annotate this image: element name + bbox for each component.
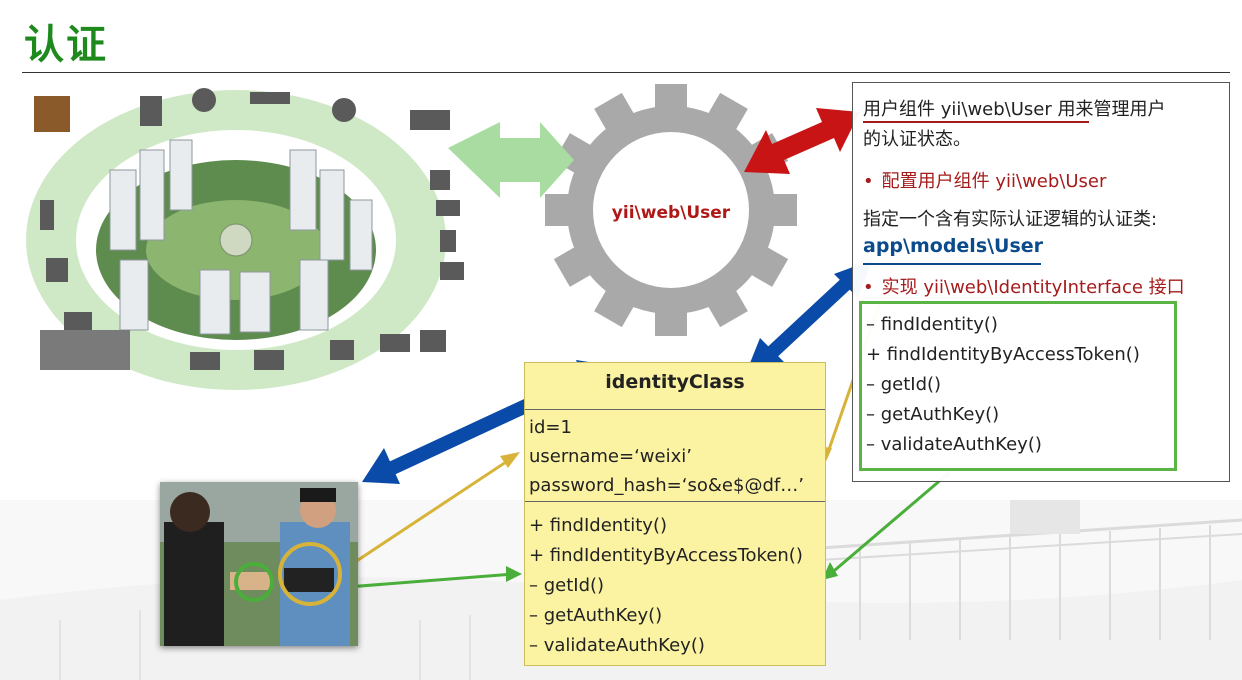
class-divider [525,501,825,502]
interface-method: – validateAuthKey() [866,434,1042,455]
identity-class-box: identityClass id=1 username=‘weixi’ pass… [524,362,826,666]
identity-class-name: identityClass [605,371,745,393]
class-method: + findIdentityByAccessToken() [529,545,803,566]
interface-method: – getAuthKey() [866,404,1000,425]
model-underline [863,263,1041,265]
page-title: 认证 [24,22,108,68]
interface-method: + findIdentityByAccessToken() [866,344,1140,365]
class-method: – validateAuthKey() [529,635,705,656]
class-divider [525,409,825,410]
interface-methods-box: – findIdentity() + findIdentityByAccessT… [859,301,1177,471]
title-divider [22,72,1230,73]
interface-method: – findIdentity() [866,314,998,335]
model-class-name: app\models\User [863,235,1044,257]
bullet-implement-text: 实现 yii\web\IdentityInterface 接口 [881,277,1185,298]
intro-underline [863,121,1089,123]
bullet-configure-text: 配置用户组件 yii\web\User [881,171,1107,192]
class-attribute: password_hash=‘so&e$@df…’ [529,475,804,496]
gear-label: yii\web\User [612,203,731,223]
panel-intro-line2: 的认证状态。 [863,129,971,150]
panel-specify: 指定一个含有实际认证逻辑的认证类: [863,209,1158,230]
bullet-dot: • [863,171,874,192]
class-method: – getAuthKey() [529,605,663,626]
community-gear-arrow [448,122,574,198]
bullet-configure: • 配置用户组件 yii\web\User [863,167,1106,193]
gear-panel-arrow [744,108,860,174]
user-component-panel: 用户组件 yii\web\User 用来管理用户 的认证状态。 • 配置用户组件 … [852,82,1230,482]
smart-community-illustration [26,88,464,390]
photo-scene [160,482,358,646]
class-attribute: id=1 [529,417,572,438]
panel-intro-line1: 用户组件 yii\web\User 用来管理用户 [863,99,1166,120]
class-method: + findIdentity() [529,515,668,536]
interface-method: – getId() [866,374,942,395]
bullet-dot: • [863,277,874,298]
bullet-implement: • 实现 yii\web\IdentityInterface 接口 [863,273,1185,299]
class-method: – getId() [529,575,605,596]
photo-id-check [160,482,358,646]
class-attribute: username=‘weixi’ [529,446,692,467]
